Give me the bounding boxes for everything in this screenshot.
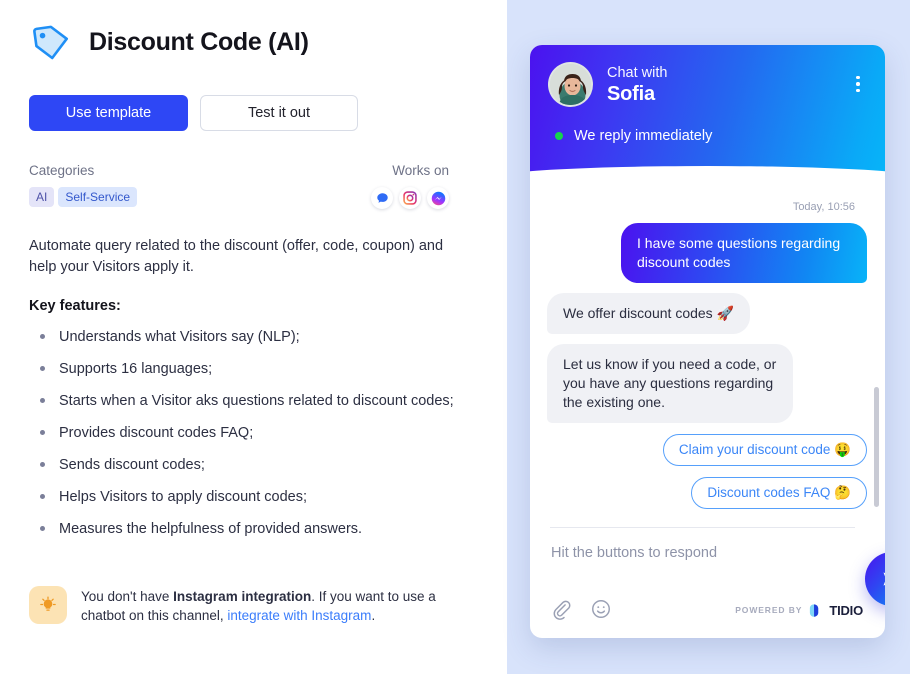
message-row-visitor: I have some questions regarding discount…: [547, 223, 867, 283]
conversation-timestamp: Today, 10:56: [792, 201, 855, 213]
message-row-bot: We offer discount codes 🚀: [547, 293, 867, 334]
attachment-icon[interactable]: [550, 598, 574, 622]
chat-header-names: Chat with Sofia: [607, 64, 667, 106]
use-template-button[interactable]: Use template: [29, 95, 188, 131]
list-item: Helps Visitors to apply discount codes;: [29, 488, 477, 506]
category-chips: AI Self-Service: [29, 187, 138, 207]
status-dot-icon: [555, 132, 563, 140]
quick-reply-row: Claim your discount code 🤑: [547, 434, 867, 466]
message-bubble-bot: We offer discount codes 🚀: [547, 293, 751, 334]
lightbulb-icon: [29, 586, 67, 624]
test-it-out-button[interactable]: Test it out: [200, 95, 358, 131]
message-input[interactable]: Hit the buttons to respond: [547, 528, 867, 561]
messenger-icon[interactable]: [427, 187, 449, 209]
action-buttons: Use template Test it out: [29, 95, 477, 131]
quick-reply-claim-code[interactable]: Claim your discount code 🤑: [662, 434, 867, 466]
key-features-heading: Key features:: [29, 298, 121, 314]
send-icon: [883, 572, 885, 586]
kebab-dot: [856, 88, 860, 93]
live-chat-icon[interactable]: [371, 187, 393, 209]
list-item: Starts when a Visitor aks questions rela…: [29, 392, 477, 410]
avatar: [548, 62, 593, 107]
status-text: We reply immediately: [574, 128, 713, 144]
kebab-dot: [856, 82, 860, 86]
powered-by-label: POWERED BY: [735, 605, 803, 615]
chat-widget-footer: POWERED BY TIDIO: [530, 582, 885, 638]
list-item: Measures the helpfulness of provided ans…: [29, 520, 477, 538]
preview-panel: Chat with Sofia We reply immediately Tod…: [507, 0, 910, 674]
template-detail-page: Discount Code (AI) Use template Test it …: [0, 0, 910, 674]
tag-icon: [29, 20, 73, 64]
page-title: Discount Code (AI): [89, 27, 309, 56]
chat-widget: Chat with Sofia We reply immediately Tod…: [530, 45, 885, 638]
left-details-panel: Discount Code (AI) Use template Test it …: [0, 0, 507, 674]
status-row: We reply immediately: [530, 107, 885, 144]
title-row: Discount Code (AI): [29, 20, 477, 64]
hint-text-bold: Instagram integration: [173, 589, 312, 604]
categories-label: Categories: [29, 163, 95, 178]
list-item: Supports 16 languages;: [29, 360, 477, 378]
works-on-label: Works on: [392, 163, 449, 178]
list-item: Sends discount codes;: [29, 456, 477, 474]
features-list: Understands what Visitors say (NLP); Sup…: [29, 328, 477, 538]
list-item: Provides discount codes FAQ;: [29, 424, 477, 442]
kebab-menu-icon[interactable]: [847, 69, 869, 99]
categories-group: Categories AI Self-Service: [29, 163, 138, 207]
message-bubble-visitor: I have some questions regarding discount…: [621, 223, 867, 283]
category-chip-ai[interactable]: AI: [29, 187, 55, 207]
list-item: Understands what Visitors say (NLP);: [29, 328, 477, 346]
agent-name: Sofia: [607, 82, 655, 105]
message-row-bot: Let us know if you need a code, or you h…: [547, 344, 867, 423]
chat-widget-header: Chat with Sofia We reply immediately: [530, 45, 885, 191]
channel-icons: [371, 187, 449, 209]
tidio-brand-name: TIDIO: [829, 602, 863, 618]
meta-row: Categories AI Self-Service Works on: [29, 163, 477, 209]
chat-header-top: Chat with Sofia: [530, 45, 885, 107]
category-chip-self-service[interactable]: Self-Service: [58, 187, 138, 207]
tidio-logo-icon: [810, 603, 819, 617]
description-text: Automate query related to the discount (…: [29, 238, 444, 275]
kebab-dot: [856, 75, 860, 80]
instagram-icon[interactable]: [399, 187, 421, 209]
chat-with-label: Chat with: [607, 64, 668, 81]
powered-by-tidio: POWERED BY TIDIO: [735, 603, 867, 618]
integrate-with-instagram-link[interactable]: integrate with Instagram: [227, 608, 371, 623]
emoji-icon[interactable]: [590, 598, 614, 622]
chat-scrollbar[interactable]: [874, 387, 879, 507]
quick-reply-row: Discount codes FAQ 🤔: [547, 477, 867, 509]
hint-text-before: You don't have: [81, 589, 174, 604]
hint-text-after: .: [371, 608, 376, 623]
integration-hint: You don't have Instagram integration. If…: [29, 586, 477, 625]
chat-message-area: Today, 10:56 I have some questions regar…: [530, 191, 885, 582]
integration-hint-text: You don't have Instagram integration. If…: [81, 586, 477, 625]
works-on-group: Works on: [371, 163, 477, 209]
quick-reply-faq[interactable]: Discount codes FAQ 🤔: [691, 477, 867, 509]
message-bubble-bot: Let us know if you need a code, or you h…: [547, 344, 793, 423]
